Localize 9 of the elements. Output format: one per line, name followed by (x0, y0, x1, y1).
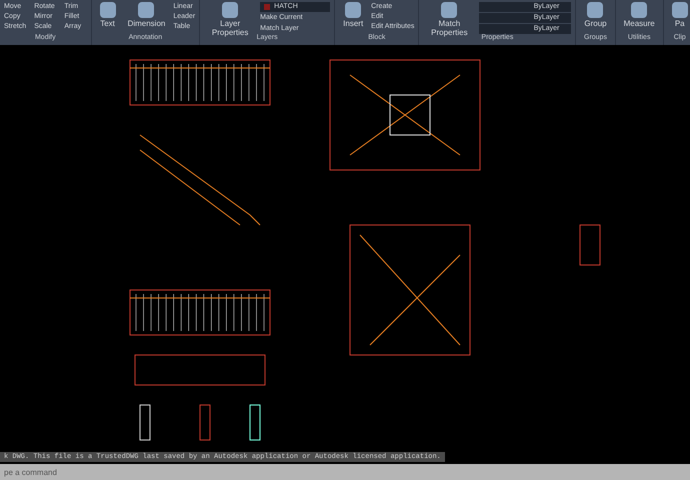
ribbon-large-button[interactable]: Dimension (124, 2, 170, 28)
ribbon-large-button[interactable]: Measure (620, 2, 659, 28)
ribbon-large-button[interactable]: Group (580, 2, 611, 28)
ribbon-large-button[interactable]: Text (96, 2, 120, 28)
ribbon-large-button[interactable]: Insert (339, 2, 368, 28)
ribbon-large-button[interactable]: Match Properties (423, 2, 476, 37)
command-input[interactable]: pe a command (0, 464, 690, 480)
ribbon-large-button[interactable]: Layer Properties (204, 2, 256, 37)
ribbon-large-button[interactable]: Pa (668, 2, 690, 28)
